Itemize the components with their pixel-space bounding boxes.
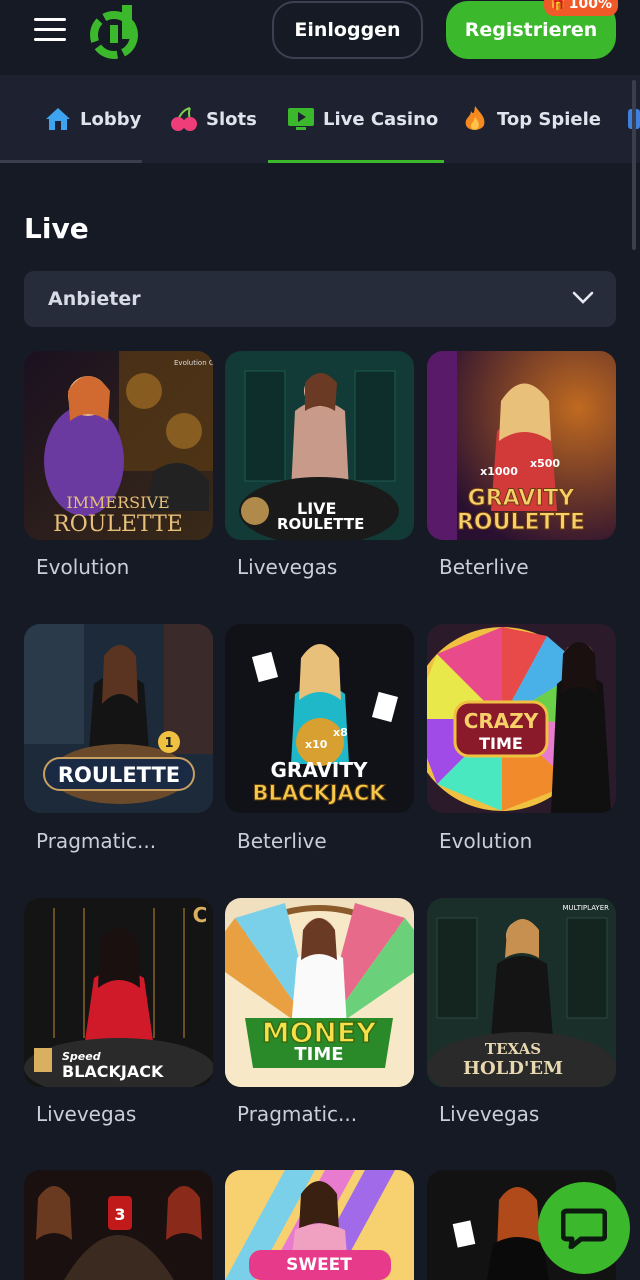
- tab-label: Slots: [206, 108, 257, 130]
- game-provider: Beterlive: [439, 555, 529, 579]
- game-card[interactable]: MONEY TIME: [225, 898, 414, 1087]
- card-title-line: CRAZY: [464, 709, 539, 733]
- card-title-line: GRAVITY: [468, 486, 576, 511]
- game-card[interactable]: IMMERSIVE ROULETTE Evolution Gaming: [24, 351, 213, 540]
- top-header: Einloggen Registrieren 🎁 100%: [0, 0, 640, 75]
- section-title: Live: [24, 212, 89, 245]
- game-card[interactable]: LIVE ROULETTE: [225, 351, 414, 540]
- game-card[interactable]: C Speed BLACKJACK: [24, 898, 213, 1087]
- card-title-line: TIME: [479, 734, 523, 753]
- card-title-line: TEXAS: [485, 1040, 541, 1058]
- category-tabs: Lobby Slots Live Casino Top Spiele: [0, 75, 640, 163]
- game-provider: Livevegas: [439, 1102, 540, 1126]
- card-multiplier: x1000: [480, 465, 518, 478]
- card-title-line: SWEET: [286, 1255, 352, 1275]
- tab-slots[interactable]: Slots: [170, 75, 257, 163]
- tv-play-icon: [287, 105, 315, 133]
- card-title-line: 3: [114, 1205, 125, 1224]
- card-tag: MULTIPLAYER: [562, 904, 609, 912]
- game-provider: Evolution: [439, 829, 533, 853]
- card-title-line: BLACKJACK: [62, 1062, 164, 1081]
- login-button[interactable]: Einloggen: [272, 1, 423, 59]
- tab-label: Lobby: [80, 108, 142, 130]
- live-chat-button[interactable]: [538, 1182, 630, 1274]
- card-title-line: GRAVITY: [271, 758, 369, 782]
- game-provider: Livevegas: [237, 555, 338, 579]
- game-card[interactable]: MULTIPLAYER TEXAS HOLD'EM: [427, 898, 616, 1087]
- card-logo-text: Evolution Gaming: [174, 359, 213, 367]
- active-tab-underline: [268, 160, 444, 163]
- card-multiplier: x10: [305, 738, 328, 751]
- gift-icon: 🎁: [550, 0, 566, 11]
- scroll-indicator: [0, 160, 142, 163]
- card-title-line: IMMERSIVE: [66, 493, 169, 512]
- tab-top-spiele[interactable]: Top Spiele: [461, 75, 601, 163]
- house-icon: [44, 105, 72, 133]
- card-title-line: ROULETTE: [58, 763, 180, 787]
- card-title-line: ROULETTE: [53, 512, 183, 537]
- chevron-down-icon: [572, 288, 594, 310]
- flame-icon: [461, 105, 489, 133]
- game-card[interactable]: x10 x8 GRAVITY BLACKJACK: [225, 624, 414, 813]
- game-card[interactable]: CRAZY TIME: [427, 624, 616, 813]
- card-multiplier: x8: [333, 726, 348, 739]
- game-card[interactable]: 3: [24, 1170, 213, 1280]
- card-title-line: BLACKJACK: [252, 781, 386, 805]
- card-title-line: TIME: [294, 1044, 343, 1065]
- brand-logo[interactable]: [88, 3, 146, 59]
- game-provider: Evolution: [36, 555, 130, 579]
- tab-label: Top Spiele: [497, 108, 602, 130]
- page-scrollbar[interactable]: [632, 80, 636, 250]
- card-badge: C: [193, 903, 208, 927]
- card-multiplier: x500: [530, 457, 560, 470]
- chat-bubble-icon: [561, 1208, 607, 1249]
- card-badge: 1: [164, 736, 173, 751]
- provider-filter-select[interactable]: Anbieter: [24, 271, 616, 327]
- bonus-badge-text: 100%: [568, 0, 612, 12]
- game-card[interactable]: SWEET: [225, 1170, 414, 1280]
- menu-icon[interactable]: [30, 16, 70, 44]
- tab-lobby[interactable]: Lobby: [44, 75, 141, 163]
- game-card[interactable]: 1 ROULETTE: [24, 624, 213, 813]
- card-title-line: HOLD'EM: [463, 1058, 563, 1079]
- tab-label: Live Casino: [323, 108, 439, 130]
- game-provider: Pragmatic...: [237, 1102, 358, 1126]
- card-title-line: ROULETTE: [277, 515, 364, 533]
- game-provider: Livevegas: [36, 1102, 137, 1126]
- bonus-badge: 🎁 100%: [544, 0, 618, 16]
- game-card[interactable]: x1000 x500 GRAVITY ROULETTE: [427, 351, 616, 540]
- cherry-icon: [170, 105, 198, 133]
- game-provider: Beterlive: [237, 829, 327, 853]
- game-provider: Pragmatic...: [36, 829, 157, 853]
- tab-live-casino[interactable]: Live Casino: [287, 75, 438, 163]
- card-title-line: ROULETTE: [457, 510, 585, 535]
- provider-filter-label: Anbieter: [48, 288, 141, 310]
